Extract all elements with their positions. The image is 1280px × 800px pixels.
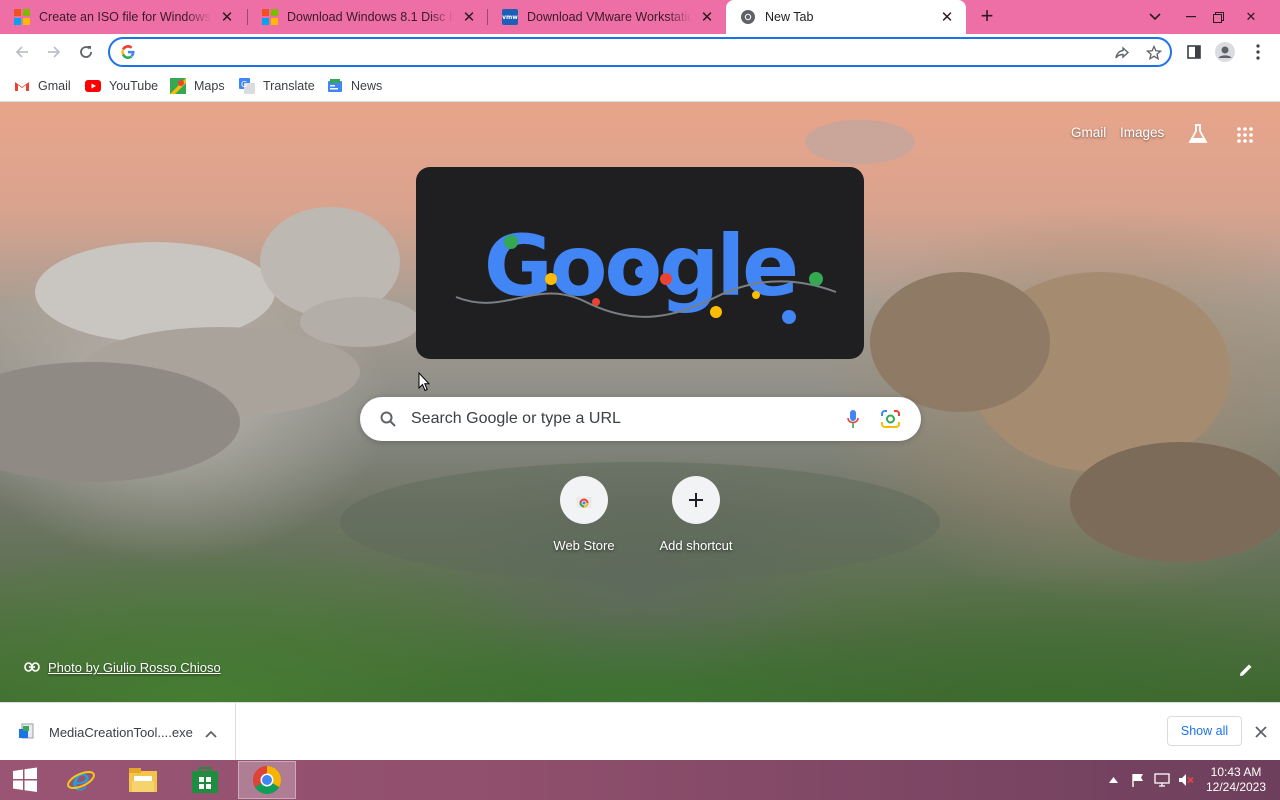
plus-icon (672, 476, 720, 524)
microphone-icon[interactable] (847, 410, 859, 433)
search-icon (380, 411, 396, 432)
download-filename: MediaCreationTool....exe (49, 725, 193, 740)
microsoft-logo-icon (262, 9, 278, 25)
bookmark-label: Gmail (38, 79, 71, 93)
kebab-menu-icon[interactable] (1246, 40, 1270, 64)
browser-toolbar (0, 34, 1280, 70)
downloads-shelf: MediaCreationTool....exe Show all (0, 702, 1280, 761)
tab-title: Download Windows 8.1 Disc Image (ISO Fil… (287, 10, 454, 24)
microsoft-logo-icon (14, 9, 30, 25)
address-bar[interactable] (108, 37, 1172, 67)
show-all-button[interactable]: Show all (1167, 716, 1242, 746)
windows-logo-icon (13, 767, 37, 792)
google-lens-icon[interactable] (881, 410, 900, 433)
tab-title: Create an ISO file for Windows 10 (39, 10, 212, 24)
bookmark-label: YouTube (109, 79, 159, 93)
google-g-icon (120, 44, 136, 65)
installer-file-icon (18, 723, 36, 746)
bookmark-youtube[interactable]: YouTube (85, 76, 158, 96)
chrome-logo-icon (740, 9, 756, 25)
shortcut-label: Web Store (553, 538, 615, 553)
bookmark-news[interactable]: News (327, 76, 382, 96)
bookmarks-bar: Gmail YouTube Maps G Translate News (0, 70, 1280, 102)
share-icon[interactable] (1112, 43, 1132, 63)
ntp-search-box[interactable] (360, 397, 921, 441)
google-chrome-icon[interactable] (238, 761, 296, 799)
profile-avatar-icon[interactable] (1213, 40, 1237, 64)
search-input[interactable] (411, 409, 831, 429)
shortcut-label: Add shortcut (659, 538, 733, 553)
action-center-flag-icon[interactable] (1130, 772, 1146, 788)
tab-search-icon[interactable] (1140, 0, 1170, 34)
close-window-icon[interactable]: ✕ (1236, 0, 1266, 34)
svg-text:e: e (72, 765, 90, 795)
chrome-webstore-icon (560, 476, 608, 524)
photo-credit-link[interactable]: Photo by Giulio Rosso Chioso (24, 660, 221, 675)
bookmark-gmail[interactable]: Gmail (14, 76, 71, 96)
news-icon (327, 78, 343, 94)
close-tab-icon[interactable]: ✕ (938, 8, 956, 26)
network-icon[interactable] (1153, 772, 1171, 788)
close-tab-icon[interactable]: ✕ (698, 8, 716, 26)
gmail-link[interactable]: Gmail (1071, 125, 1106, 140)
back-arrow-icon[interactable] (8, 38, 36, 66)
start-button[interactable] (0, 761, 50, 799)
internet-explorer-icon[interactable]: e (52, 761, 110, 799)
address-input[interactable] (144, 43, 1104, 61)
gmail-icon (14, 78, 30, 94)
tab-create-iso[interactable]: Create an ISO file for Windows 10 ✕ (0, 0, 246, 34)
reload-icon[interactable] (72, 38, 100, 66)
bookmark-label: News (351, 79, 383, 93)
windows-taskbar: e 10:43 AM 12/24/2023 (0, 760, 1280, 800)
tab-title: Download VMware Workstation Player (527, 10, 692, 24)
bookmark-maps[interactable]: Maps (170, 76, 225, 96)
close-tab-icon[interactable]: ✕ (218, 8, 236, 26)
youtube-icon (85, 78, 101, 94)
clock-date: 12/24/2023 (1205, 780, 1267, 794)
bookmark-label: Translate (263, 79, 315, 93)
bookmark-translate[interactable]: G Translate (239, 76, 315, 96)
google-doodle[interactable]: Google (416, 167, 864, 359)
show-hidden-icons-icon[interactable] (1108, 772, 1118, 788)
clock-time: 10:43 AM (1210, 765, 1262, 779)
apps-grid-icon[interactable] (1237, 127, 1253, 146)
images-link[interactable]: Images (1120, 125, 1164, 140)
chevron-up-icon[interactable] (205, 725, 217, 743)
vmware-logo-icon: vmw (502, 9, 518, 25)
bookmark-star-icon[interactable] (1144, 43, 1164, 63)
download-item[interactable]: MediaCreationTool....exe (0, 703, 236, 761)
link-icon (24, 660, 40, 675)
doodle-wordmark: Google (484, 217, 796, 315)
close-tab-icon[interactable]: ✕ (460, 8, 478, 26)
close-shelf-icon[interactable] (1255, 725, 1267, 743)
system-clock[interactable]: 10:43 AM 12/24/2023 (1200, 765, 1272, 795)
file-explorer-icon[interactable] (114, 761, 172, 799)
new-tab-button[interactable]: + (975, 5, 999, 29)
labs-flask-icon[interactable] (1187, 123, 1209, 148)
tab-strip: Create an ISO file for Windows 10 ✕ Down… (0, 0, 1280, 34)
bookmark-label: Maps (194, 79, 225, 93)
tab-windows-81[interactable]: Download Windows 8.1 Disc Image (ISO Fil… (248, 0, 488, 34)
forward-arrow-icon[interactable] (40, 38, 68, 66)
tab-title: New Tab (765, 10, 814, 24)
photo-credit-text: Photo by Giulio Rosso Chioso (48, 660, 221, 675)
customize-pencil-icon[interactable] (1238, 662, 1256, 680)
maps-icon (170, 78, 186, 94)
svg-text:G: G (241, 80, 247, 89)
shortcut-add[interactable]: Add shortcut (648, 476, 744, 553)
mouse-cursor-icon (418, 372, 430, 392)
windows-store-icon[interactable] (176, 761, 234, 799)
translate-icon: G (239, 78, 255, 94)
tab-new-tab[interactable]: New Tab ✕ (726, 0, 966, 34)
restore-icon[interactable] (1203, 0, 1233, 34)
tab-vmware[interactable]: vmw Download VMware Workstation Player ✕ (488, 0, 726, 34)
doodle-art: Google (455, 217, 837, 324)
minimize-icon[interactable] (1176, 0, 1206, 34)
shortcut-web-store[interactable]: Web Store (536, 476, 632, 553)
side-panel-icon[interactable] (1182, 40, 1206, 64)
speaker-muted-icon[interactable] (1177, 772, 1195, 788)
new-tab-page: Gmail Images Google Search Google or typ… (0, 102, 1280, 702)
